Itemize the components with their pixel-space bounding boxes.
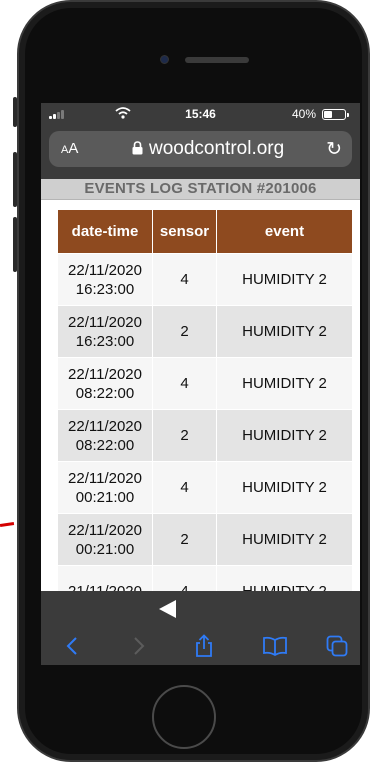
volume-up-button (13, 152, 17, 207)
battery-percentage: 40% (291, 107, 316, 121)
cell-date: 22/11/2020 (68, 313, 142, 331)
table-row: 21/11/2020 4 HUMIDITY 2 (57, 565, 353, 591)
cell-date-time: 22/11/2020 08:22:00 (57, 357, 153, 410)
cell-date: 21/11/2020 (68, 583, 142, 591)
table-row: 22/11/2020 16:23:00 2 HUMIDITY 2 (57, 305, 353, 358)
cell-date: 22/11/2020 (68, 417, 142, 435)
cell-date-time: 22/11/2020 08:22:00 (57, 409, 153, 462)
cell-date-time: 21/11/2020 (57, 565, 153, 591)
back-icon[interactable] (63, 633, 81, 659)
battery-icon (322, 109, 349, 120)
cell-date-time: 22/11/2020 00:21:00 (57, 461, 153, 514)
cell-sensor: 2 (152, 513, 217, 566)
page-content: date-time sensor event 22/11/2020 16:23:0… (41, 200, 360, 591)
home-button[interactable] (152, 685, 216, 749)
earpiece-speaker (185, 57, 249, 63)
phone-screen: 15:46 40% AA woodcontrol.org ↻ EVENTS LO… (41, 103, 360, 665)
cell-event: HUMIDITY 2 (216, 253, 353, 306)
silent-switch (13, 97, 17, 127)
web-page: EVENTS LOG STATION #201006 date-time sen… (41, 179, 360, 591)
cell-event: HUMIDITY 2 (216, 461, 353, 514)
cell-event: HUMIDITY 2 (216, 409, 353, 462)
tabs-icon[interactable] (325, 633, 349, 659)
url-domain: woodcontrol.org (149, 138, 285, 159)
cell-sensor: 4 (152, 253, 217, 306)
status-bar: 15:46 40% (41, 103, 360, 125)
play-reverse-icon[interactable] (159, 600, 176, 618)
table-header-row: date-time sensor event (57, 209, 353, 254)
cell-time: 16:23:00 (75, 280, 135, 298)
table-row: 22/11/2020 08:22:00 4 HUMIDITY 2 (57, 357, 353, 410)
share-icon[interactable] (192, 633, 216, 659)
address-bar[interactable]: AA woodcontrol.org ↻ (49, 131, 352, 167)
cell-event: HUMIDITY 2 (216, 565, 353, 591)
cell-event: HUMIDITY 2 (216, 305, 353, 358)
cell-event: HUMIDITY 2 (216, 513, 353, 566)
cell-date: 22/11/2020 (68, 469, 142, 487)
cell-time: 16:23:00 (75, 332, 135, 350)
column-header-event: event (216, 209, 353, 254)
playback-bar (41, 591, 360, 627)
reload-icon[interactable]: ↻ (326, 138, 342, 161)
bookmarks-icon[interactable] (261, 633, 289, 659)
cell-sensor: 2 (152, 305, 217, 358)
column-header-sensor: sensor (152, 209, 217, 254)
table-row: 22/11/2020 00:21:00 2 HUMIDITY 2 (57, 513, 353, 566)
page-title: EVENTS LOG STATION #201006 (41, 180, 360, 200)
table-row: 22/11/2020 08:22:00 2 HUMIDITY 2 (57, 409, 353, 462)
cell-date-time: 22/11/2020 16:23:00 (57, 253, 153, 306)
browser-toolbar (41, 627, 360, 665)
cell-date-time: 22/11/2020 16:23:00 (57, 305, 153, 358)
front-camera (160, 55, 169, 64)
cell-time: 00:21:00 (75, 540, 135, 558)
table-row: 22/11/2020 16:23:00 4 HUMIDITY 2 (57, 253, 353, 306)
cell-sensor: 4 (152, 565, 217, 591)
cell-sensor: 4 (152, 357, 217, 410)
table-row: 22/11/2020 00:21:00 4 HUMIDITY 2 (57, 461, 353, 514)
forward-icon[interactable] (130, 633, 148, 659)
red-annotation-line (0, 522, 15, 527)
cell-date: 22/11/2020 (68, 261, 142, 279)
cell-time: 08:22:00 (75, 436, 135, 454)
cell-event: HUMIDITY 2 (216, 357, 353, 410)
cell-sensor: 2 (152, 409, 217, 462)
cell-time: 08:22:00 (75, 384, 135, 402)
browser-address-area: AA woodcontrol.org ↻ (41, 125, 360, 179)
cell-date: 22/11/2020 (68, 521, 142, 539)
column-header-date-time: date-time (57, 209, 153, 254)
volume-down-button (13, 217, 17, 272)
text-size-button[interactable]: AA (61, 140, 78, 157)
cell-time: 00:21:00 (75, 488, 135, 506)
events-table: date-time sensor event 22/11/2020 16:23:0… (57, 209, 353, 591)
cell-date-time: 22/11/2020 00:21:00 (57, 513, 153, 566)
lock-icon (132, 141, 143, 155)
cell-sensor: 4 (152, 461, 217, 514)
cell-date: 22/11/2020 (68, 365, 142, 383)
